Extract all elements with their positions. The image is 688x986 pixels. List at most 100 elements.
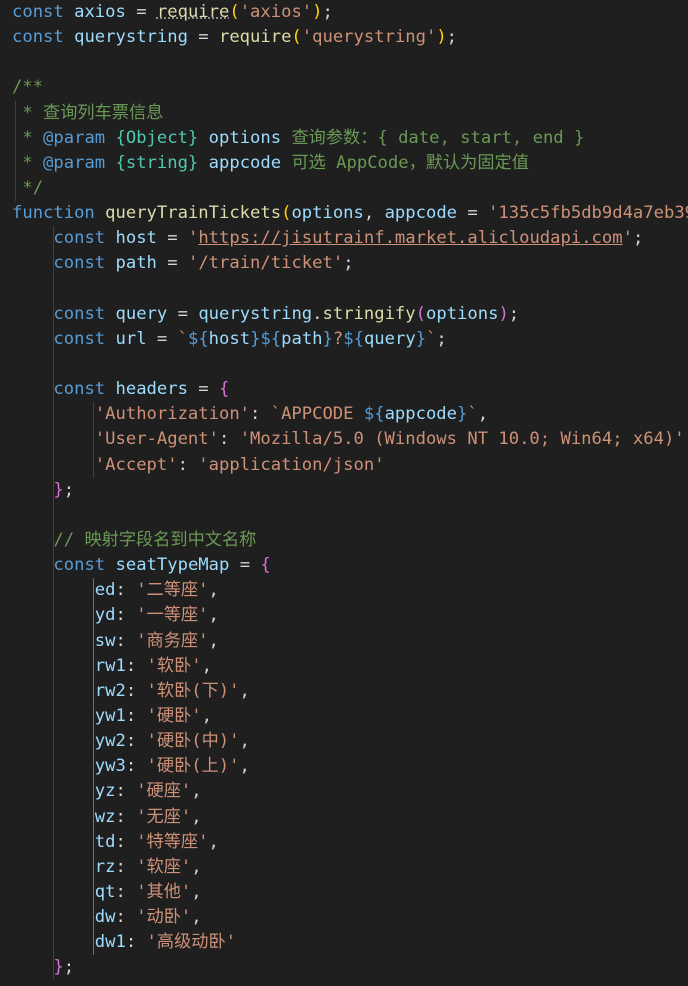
code-line[interactable]: const querystring = require('querystring…: [0, 25, 688, 50]
code-token: =: [156, 228, 188, 249]
code-editor[interactable]: const axios = require('axios'); const que…: [0, 0, 688, 986]
code-line[interactable]: ed: '二等座',: [0, 578, 688, 604]
code-token: '硬座': [136, 781, 192, 802]
code-line[interactable]: 'Authorization': `APPCODE ${appcode}`,: [0, 402, 688, 428]
code-line[interactable]: const query = querystring.stringify(opti…: [0, 301, 688, 327]
code-line[interactable]: const seatTypeMap = {: [0, 553, 688, 579]
code-token: yw3: [94, 756, 126, 777]
indent-guide: [53, 603, 54, 629]
code-line[interactable]: const url = `${host}${path}?${query}`;: [0, 326, 688, 352]
code-token: {: [260, 555, 271, 576]
code-token: ,: [685, 429, 688, 449]
code-token: ,: [239, 680, 250, 701]
code-token: '高级动卧': [146, 932, 236, 953]
code-token: ,: [363, 203, 385, 224]
code-line[interactable]: const host = 'https://jisutrainf.market.…: [0, 226, 688, 252]
code-token: yw2: [94, 731, 126, 752]
code-token: url: [115, 328, 147, 349]
code-line[interactable]: yd: '一等座',: [0, 603, 688, 629]
code-line[interactable]: rw1: '软卧',: [0, 653, 688, 679]
code-token: ,: [191, 907, 202, 928]
code-token: '二等座': [136, 580, 209, 601]
code-line[interactable]: rw2: '软卧(下)',: [0, 678, 688, 704]
code-line[interactable]: // 映射字段名到中文名称: [0, 527, 688, 554]
code-token: axios: [74, 2, 126, 22]
indent-guide: [93, 703, 94, 730]
code-token: }: [457, 404, 468, 425]
code-line[interactable]: [0, 50, 688, 75]
code-token: '一等座': [136, 605, 209, 626]
code-token: ;: [446, 27, 458, 48]
code-line[interactable]: const axios = require('axios');: [0, 0, 688, 25]
code-line[interactable]: const path = '/train/ticket';: [0, 251, 688, 277]
code-line[interactable]: };: [0, 955, 688, 981]
code-token: ,: [239, 756, 250, 777]
code-token: `APPCODE: [270, 404, 364, 425]
code-token: '软卧(下)': [146, 680, 240, 701]
code-line[interactable]: */: [0, 175, 688, 202]
code-line[interactable]: dw: '动卧',: [0, 905, 688, 931]
code-line[interactable]: dw1: '高级动卧': [0, 930, 688, 956]
indent-guide: [53, 905, 54, 931]
code-line[interactable]: rz: '软座',: [0, 854, 688, 880]
code-token: ${: [187, 328, 209, 349]
code-line[interactable]: 'Accept': 'application/json': [0, 452, 688, 478]
code-line[interactable]: 'User-Agent': 'Mozilla/5.0 (Windows NT 1…: [0, 427, 688, 453]
code-line[interactable]: yw3: '硬卧(上)',: [0, 754, 688, 780]
code-token: const: [53, 555, 106, 576]
code-token: '硬卧(上)': [146, 756, 240, 777]
code-token: :: [115, 806, 137, 827]
code-line[interactable]: yw2: '硬卧(中)',: [0, 729, 688, 755]
code-line[interactable]: * @param {string} appcode 可选 AppCode，默认为…: [0, 150, 688, 176]
indent-guide: [15, 125, 16, 151]
code-token: ,: [208, 605, 219, 626]
code-line[interactable]: qt: '其他',: [0, 879, 688, 906]
code-line[interactable]: function queryTrainTickets(options, appc…: [0, 201, 688, 226]
code-line[interactable]: [0, 351, 688, 378]
code-line[interactable]: wz: '无座',: [0, 804, 688, 830]
code-line[interactable]: /**: [0, 75, 688, 100]
code-token: yd: [94, 605, 116, 626]
code-token: ,: [208, 831, 219, 852]
code-token: ?: [332, 328, 344, 349]
code-token: :: [115, 630, 137, 651]
code-line[interactable]: td: '特等座',: [0, 829, 688, 855]
code-line[interactable]: * 查询列车票信息: [0, 100, 688, 126]
indent-guide: [93, 879, 94, 906]
indent-guide: [53, 251, 54, 277]
code-token: ;: [632, 228, 644, 249]
code-token: =: [146, 328, 178, 349]
code-line[interactable]: };: [0, 477, 688, 503]
code-line[interactable]: yz: '硬座',: [0, 779, 688, 805]
code-line[interactable]: * @param {Object} options 查询参数：{ date, s…: [0, 125, 688, 151]
code-token: ): [498, 303, 509, 324]
code-token: 'Mozilla/5.0 (Windows NT 10.0; Win64; x6…: [239, 429, 685, 450]
code-token: :: [115, 907, 137, 928]
code-line[interactable]: yw1: '硬卧',: [0, 703, 688, 730]
code-line[interactable]: sw: '商务座',: [0, 628, 688, 654]
code-line[interactable]: [0, 276, 688, 302]
code-token: querystring: [198, 303, 313, 324]
indent-guide: [53, 276, 54, 302]
code-token: host: [208, 328, 251, 349]
code-token: :: [115, 856, 137, 877]
indent-guide: [93, 729, 94, 755]
indent-guide: [53, 729, 54, 755]
indent-guide: [93, 628, 94, 654]
code-token: :: [115, 580, 137, 601]
code-token: `: [467, 404, 478, 425]
code-token: ${: [343, 328, 364, 349]
code-token: '硬卧(中)': [146, 731, 240, 752]
code-token: '软座': [136, 856, 192, 877]
code-line[interactable]: [0, 502, 688, 528]
code-token: appcode: [384, 404, 457, 425]
indent-guide: [53, 502, 54, 528]
code-token: :: [125, 756, 147, 777]
code-token: /**: [12, 77, 44, 98]
code-line[interactable]: const headers = {: [0, 377, 688, 403]
code-token: query: [115, 303, 168, 324]
